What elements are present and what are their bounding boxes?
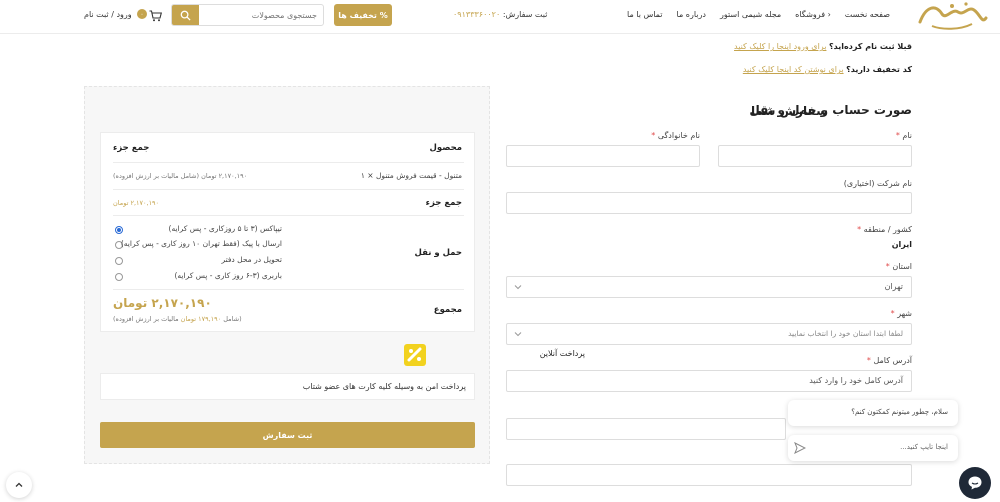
country-value: ایران — [891, 240, 912, 249]
coupon-notice-link[interactable]: برای نوشتن کد اینجا کلیک کنید — [743, 65, 844, 74]
address-field-placeholder: آدرس کامل خود را وارد کنید — [809, 376, 903, 385]
phone-number[interactable]: ۰۹۱۳۳۳۶۰۰۲۰ — [453, 10, 500, 19]
required-mark: * — [890, 309, 895, 318]
company-label: نام شرکت (اختیاری) — [843, 179, 912, 188]
divider — [113, 215, 464, 216]
send-icon[interactable] — [794, 442, 806, 454]
search-icon — [180, 10, 191, 21]
login-notice: قبلا ثبت نام کرده‌اید؟ برای ورود اینجا ر… — [734, 42, 912, 51]
first-name-label-text: نام — [902, 131, 912, 140]
phone-label: ثبت سفارش: — [502, 10, 548, 19]
total-label: مجموع — [433, 305, 462, 315]
last-name-label: نام خانوادگی * — [651, 131, 700, 140]
required-mark: * — [866, 356, 871, 365]
total-value: ۲,۱۷۰,۱۹۰ تومان — [113, 296, 212, 310]
cart-icon — [149, 10, 162, 22]
payment-method-label[interactable]: پرداخت آنلاین — [540, 349, 585, 358]
subtotal-value: ۲,۱۷۰,۱۹۰ تومان — [113, 199, 160, 207]
payment-description: پرداخت امن به وسیله کلیه کارت های عضو شت… — [302, 382, 466, 391]
discounts-button[interactable]: تخفیف ها % — [334, 4, 392, 26]
login-notice-link[interactable]: برای ورود اینجا را کلیک کنید — [734, 42, 826, 51]
chevron-down-icon — [514, 332, 522, 337]
postcode-field[interactable] — [506, 464, 912, 486]
nav-item-contact[interactable]: تماس با ما — [627, 10, 663, 19]
login-register-link[interactable]: ورود / ثبت نام — [84, 10, 132, 19]
order-table: محصول جمع جزء متنول - قیمت فروش متنول × … — [100, 132, 475, 332]
shipping-label: حمل و نقل — [414, 248, 462, 258]
nav-item-magazine[interactable]: مجله شیمی استور — [720, 10, 781, 19]
coupon-notice-question: کد تخفیف دارید؟ — [846, 65, 912, 74]
nav-item-shop[interactable]: فروشگاه › — [795, 10, 831, 19]
order-col-subtotal: جمع جزء — [113, 143, 150, 153]
address-line2-field[interactable] — [506, 418, 786, 440]
shipping-radio-office[interactable] — [115, 257, 123, 265]
search-box — [171, 4, 324, 26]
shipping-option-freight[interactable]: باربری (۳-۶ روز کاری - پس کرایه) — [174, 271, 282, 280]
cart-count-badge: ۰ — [137, 9, 147, 19]
shipping-radio-freight[interactable] — [115, 273, 123, 281]
place-order-button[interactable]: ثبت سفارش — [100, 422, 475, 448]
divider — [113, 189, 464, 190]
state-label-text: استان — [892, 262, 912, 271]
city-label-text: شهر — [897, 309, 912, 318]
shipping-radio-tipax[interactable] — [115, 226, 123, 234]
first-name-label: نام * — [896, 131, 912, 140]
nav-item-home[interactable]: صفحه نخست — [845, 10, 890, 19]
order-phone: ثبت سفارش: ۰۹۱۳۳۳۶۰۰۲۰ — [453, 10, 547, 19]
state-select-value: تهران — [884, 282, 903, 291]
nav-item-about[interactable]: درباره ما — [677, 10, 706, 19]
total-tax-value: ۱۷۹,۱۹۰ تومان — [180, 315, 222, 323]
main-nav: صفحه نخست فروشگاه › مجله شیمی استور دربا… — [627, 10, 890, 19]
payment-gateway-icon — [404, 344, 426, 366]
required-mark: * — [895, 131, 900, 140]
shipping-option-tipax[interactable]: تیپاکس (۳ تا ۵ روزکاری - پس کرایه) — [169, 224, 282, 233]
site-logo[interactable] — [912, 0, 990, 32]
first-name-field[interactable] — [718, 145, 912, 167]
country-label-text: کشور / منطقه — [863, 225, 912, 234]
total-tax-note: (شامل ۱۷۹,۱۹۰ تومان مالیات بر ارزش افزود… — [113, 315, 242, 323]
shipping-option-courier[interactable]: ارسال با پیک (فقط تهران ۱۰ روز کاری - پس… — [121, 239, 282, 248]
state-select[interactable]: تهران — [506, 276, 912, 298]
chevron-down-icon — [514, 285, 522, 290]
required-mark: * — [651, 131, 656, 140]
login-notice-question: قبلا ثبت نام کرده‌اید؟ — [828, 42, 912, 51]
last-name-label-text: نام خانوادگی — [657, 131, 700, 140]
chat-greeting-bubble: سلام، چطور میتونم کمکتون کنم؟ — [788, 400, 958, 426]
city-select-placeholder: لطفا ابتدا استان خود را انتخاب نمایید — [788, 329, 903, 338]
required-mark: * — [885, 262, 890, 271]
address-label-text: آدرس کامل — [873, 356, 912, 365]
order-item-price: ۲,۱۷۰,۱۹۰ تومان (شامل مالیات بر ارزش افز… — [113, 172, 248, 180]
country-label: کشور / منطقه * — [857, 225, 912, 234]
chat-icon — [968, 476, 982, 490]
shipping-option-office[interactable]: تحویل در محل دفتر — [221, 255, 282, 264]
scroll-to-top-button[interactable] — [6, 472, 32, 498]
subtotal-label: جمع جزء — [425, 198, 462, 208]
chat-toggle-button[interactable] — [959, 467, 991, 499]
order-col-product: محصول — [429, 143, 462, 153]
city-label: شهر * — [891, 309, 912, 318]
city-select[interactable]: لطفا ابتدا استان خود را انتخاب نمایید — [506, 323, 912, 345]
required-mark: * — [857, 225, 862, 234]
divider — [113, 162, 464, 163]
cart-button[interactable]: ۰ — [137, 9, 163, 23]
address-field[interactable]: آدرس کامل خود را وارد کنید — [506, 370, 912, 392]
address-label: آدرس کامل * — [867, 356, 912, 365]
chevron-up-icon — [15, 482, 23, 487]
order-title: سفارش شما — [751, 104, 828, 118]
total-note-suffix: مالیات بر ارزش افزوده) — [113, 315, 179, 323]
payment-description-box: پرداخت امن به وسیله کلیه کارت های عضو شت… — [100, 373, 475, 400]
order-item-name: متنول - قیمت فروش متنول × ۱ — [360, 171, 462, 180]
divider — [113, 289, 464, 290]
coupon-notice: کد تخفیف دارید؟ برای نوشتن کد اینجا کلیک… — [743, 65, 912, 74]
last-name-field[interactable] — [506, 145, 700, 167]
search-button[interactable] — [172, 5, 199, 25]
site-header: صفحه نخست فروشگاه › مجله شیمی استور دربا… — [0, 0, 1000, 34]
company-field[interactable] — [506, 192, 912, 214]
chat-input-placeholder: اینجا تایپ کنید... — [900, 443, 948, 451]
total-note-prefix: (شامل — [223, 315, 242, 323]
chat-input[interactable]: اینجا تایپ کنید... — [788, 435, 958, 461]
state-label: استان * — [886, 262, 912, 271]
chat-greeting-text: سلام، چطور میتونم کمکتون کنم؟ — [851, 408, 948, 416]
search-input[interactable] — [199, 5, 317, 25]
